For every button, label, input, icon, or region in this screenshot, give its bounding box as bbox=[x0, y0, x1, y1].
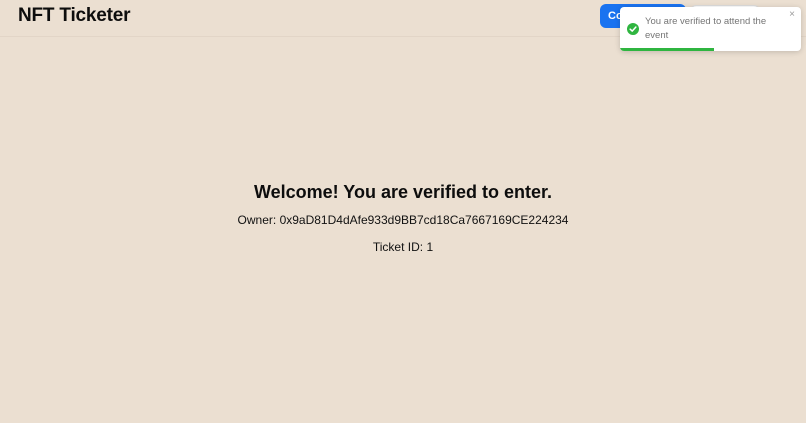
owner-line: Owner: 0x9aD81D4dAfe933d9BB7cd18Ca766716… bbox=[0, 213, 806, 227]
owner-label: Owner: bbox=[237, 213, 277, 227]
success-toast: You are verified to attend the event × bbox=[620, 7, 801, 51]
app-title: NFT Ticketer bbox=[18, 5, 131, 26]
toast-progress-bar bbox=[620, 48, 715, 51]
ticket-label: Ticket ID: bbox=[372, 240, 424, 254]
close-icon[interactable]: × bbox=[787, 10, 797, 20]
check-circle-icon bbox=[627, 22, 639, 35]
ticket-id-value: 1 bbox=[426, 240, 434, 254]
toast-message: You are verified to attend the event bbox=[645, 16, 767, 41]
welcome-heading: Welcome! You are verified to enter. bbox=[253, 182, 553, 202]
owner-address: 0x9aD81D4dAfe933d9BB7cd18Ca7667169CE2242… bbox=[279, 213, 569, 227]
ticket-line: Ticket ID: 1 bbox=[0, 240, 806, 254]
